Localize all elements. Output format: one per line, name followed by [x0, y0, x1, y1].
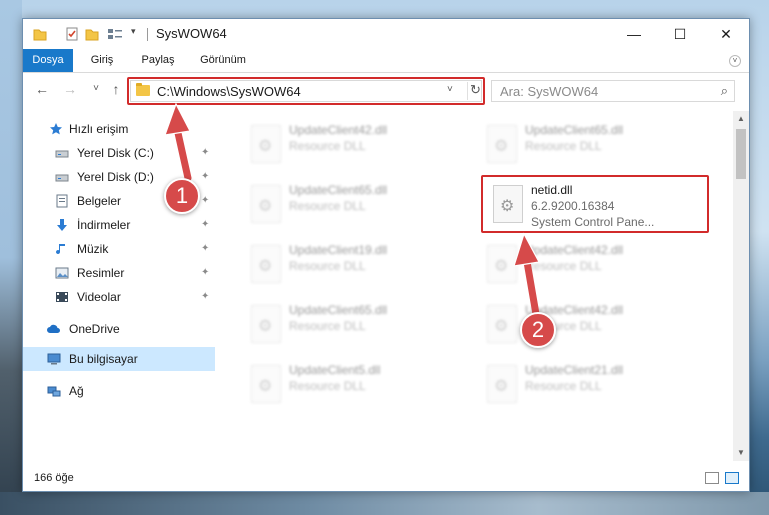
callout-badge-1: 1	[164, 178, 200, 214]
arrow-2	[513, 232, 540, 318]
callout-arrows	[164, 102, 540, 318]
arrow-1	[164, 102, 192, 182]
callout-badge-2: 2	[520, 312, 556, 348]
